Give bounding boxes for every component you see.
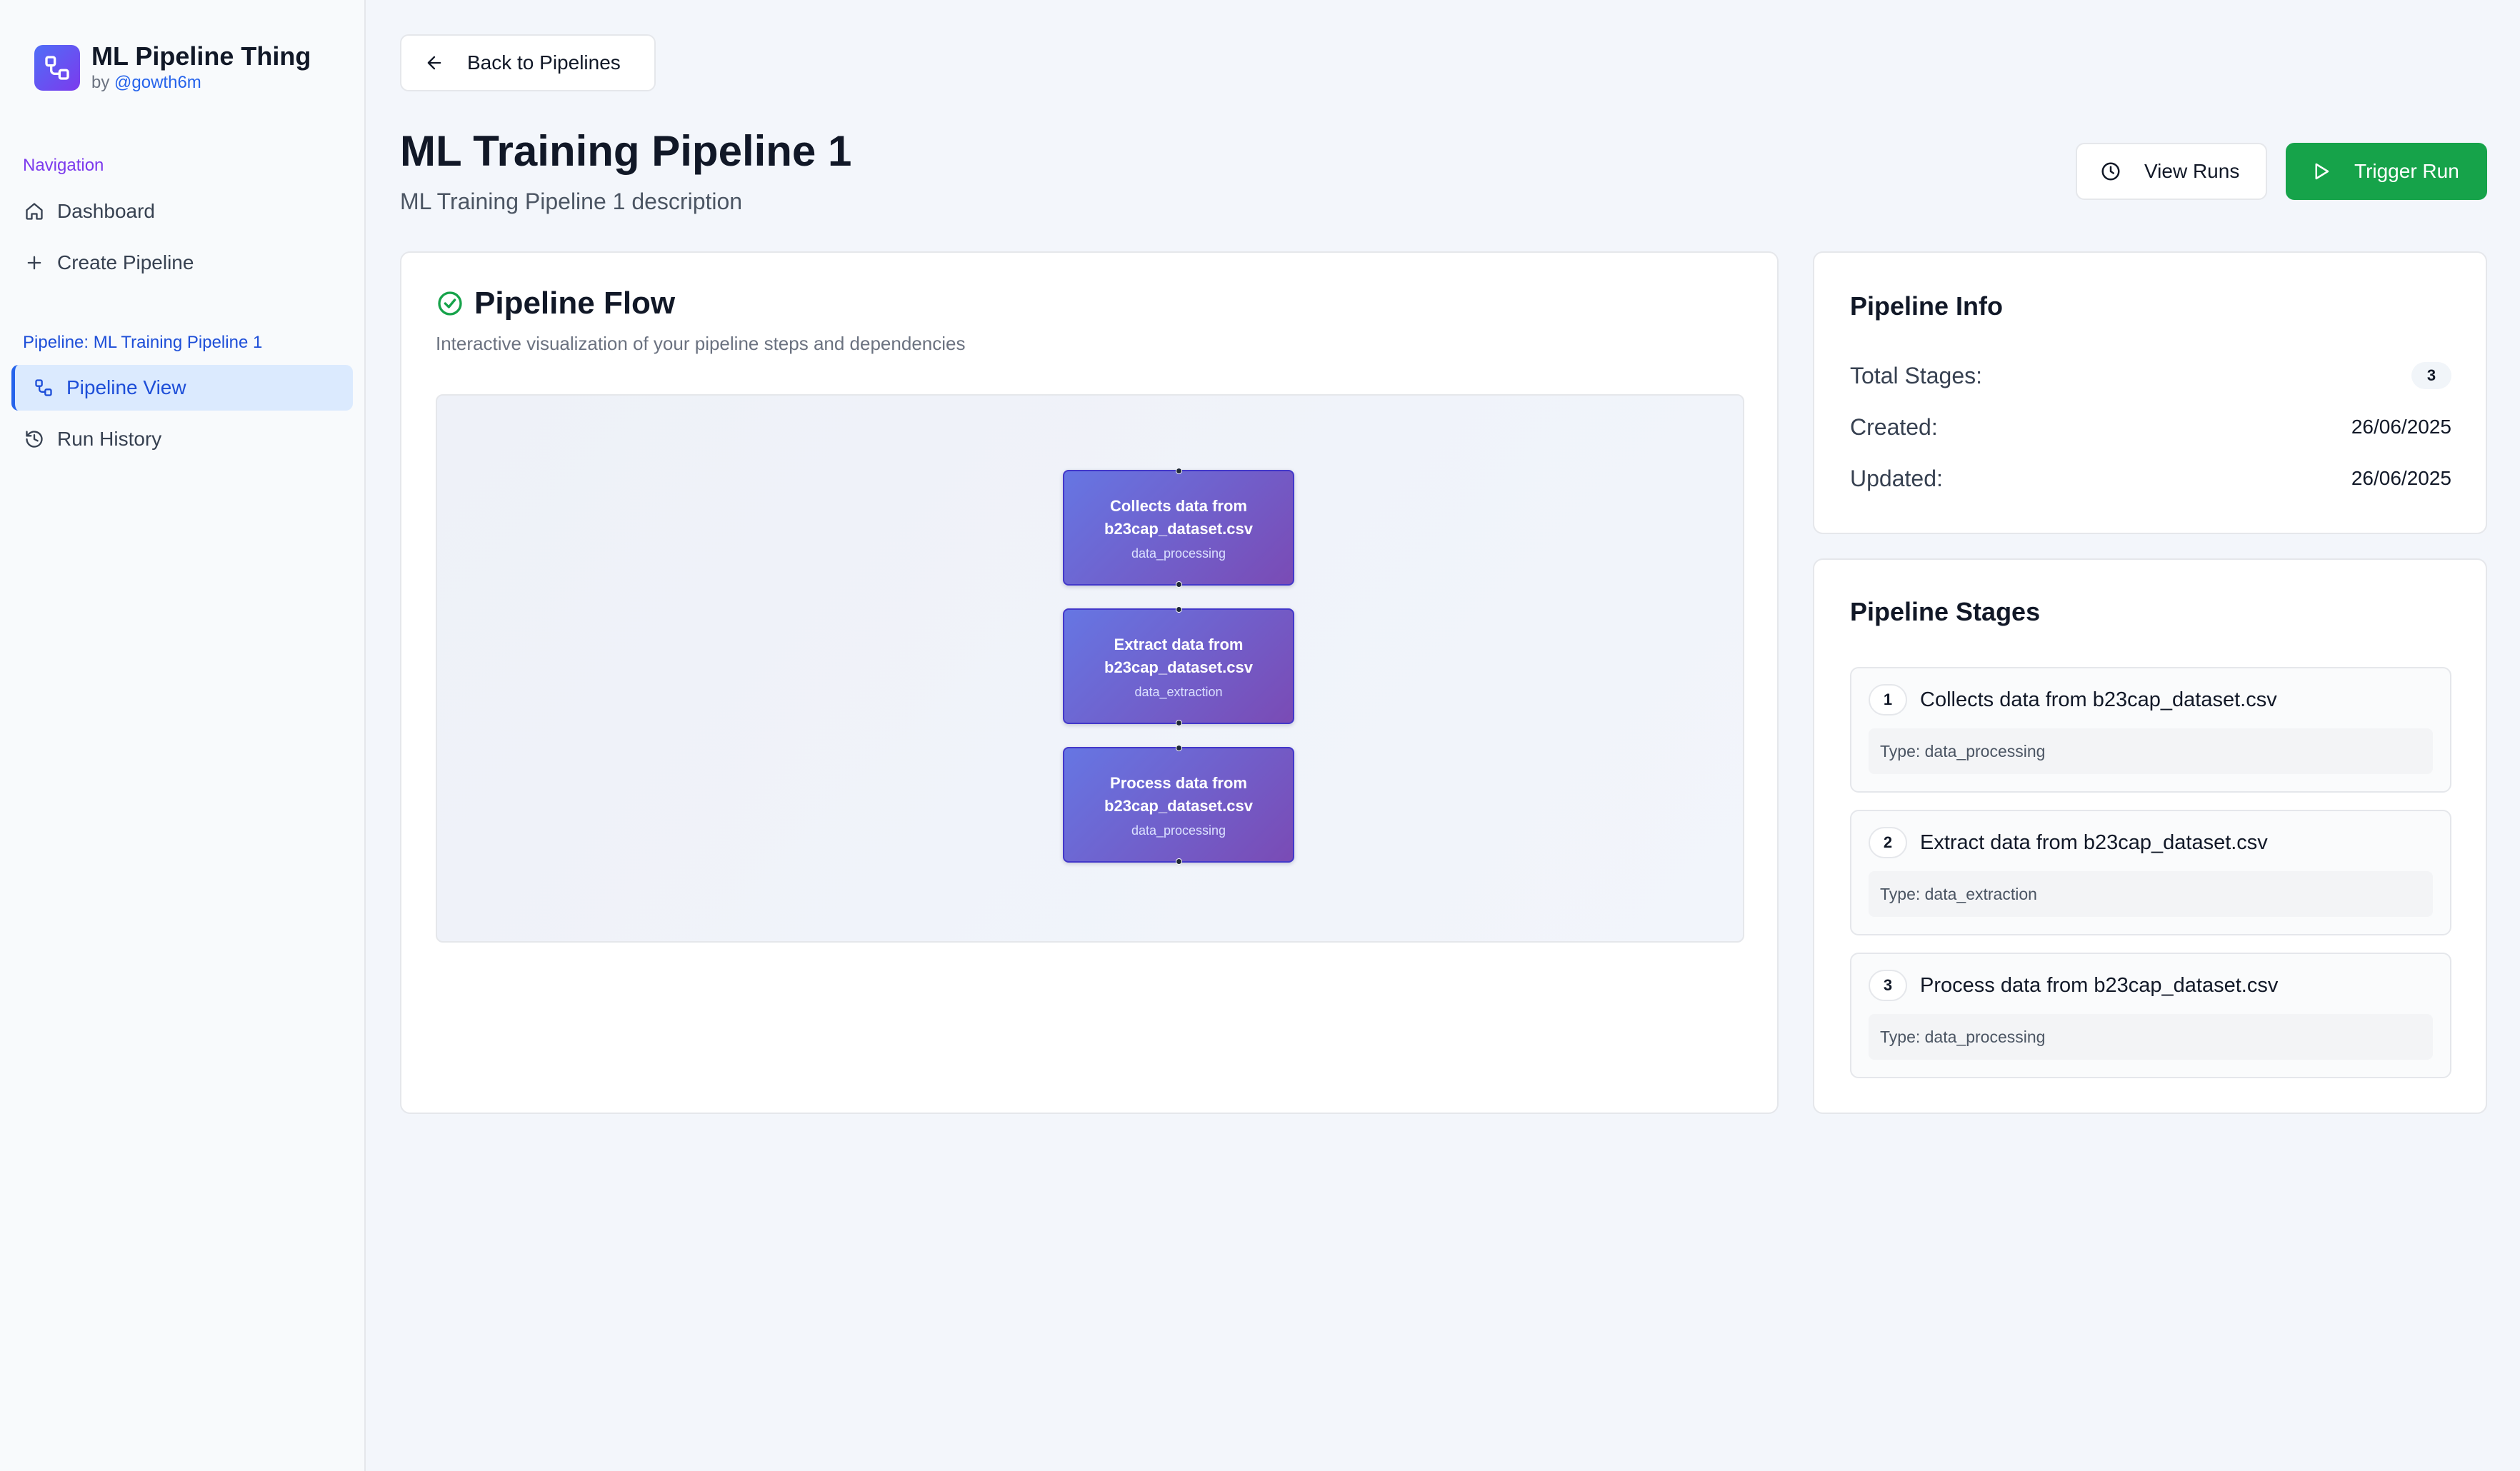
flow-node-type: data_processing — [1131, 546, 1226, 561]
node-output-handle[interactable] — [1175, 581, 1182, 588]
pipeline-section-label: Pipeline: ML Training Pipeline 1 — [23, 333, 263, 352]
page-description: ML Training Pipeline 1 description — [400, 189, 743, 214]
stage-item[interactable]: 1 Collects data from b23cap_dataset.csv … — [1850, 667, 2451, 793]
back-to-pipelines-button[interactable]: Back to Pipelines — [400, 34, 656, 91]
info-row-created: Created: 26/06/2025 — [1850, 411, 2451, 443]
stage-name: Extract data from b23cap_dataset.csv — [1920, 830, 2268, 854]
author-prefix: by — [91, 73, 110, 92]
pipeline-flow-heading: Pipeline Flow — [436, 286, 675, 321]
app-logo-icon — [34, 45, 80, 91]
pipeline-flow-card: Pipeline Flow Interactive visualization … — [400, 251, 1779, 1114]
flow-node-extract-data[interactable]: Extract data from b23cap_dataset.csv dat… — [1063, 606, 1294, 726]
flow-node-type: data_extraction — [1134, 684, 1223, 699]
total-stages-label: Total Stages: — [1850, 362, 1982, 388]
sidebar-item-dashboard[interactable]: Dashboard — [11, 189, 353, 234]
play-icon — [2310, 160, 2333, 183]
stage-type: Type: data_extraction — [1869, 871, 2433, 917]
sidebar-item-pipeline-view[interactable]: Pipeline View — [11, 365, 353, 411]
stage-name: Process data from b23cap_dataset.csv — [1920, 973, 2279, 997]
sidebar-item-create-pipeline[interactable]: Create Pipeline — [11, 240, 353, 286]
updated-value: 26/06/2025 — [2351, 467, 2451, 489]
app-title: ML Pipeline Thing — [91, 41, 311, 71]
stage-item[interactable]: 3 Process data from b23cap_dataset.csv T… — [1850, 953, 2451, 1078]
pipeline-flow-canvas[interactable]: Collects data from b23cap_dataset.csv da… — [436, 394, 1744, 943]
check-circle-icon — [436, 289, 464, 318]
node-output-handle[interactable] — [1175, 858, 1182, 865]
sidebar-item-label: Pipeline View — [66, 376, 186, 398]
brand[interactable]: ML Pipeline Thing by @gowth6m — [34, 41, 311, 94]
total-stages-badge: 3 — [2411, 362, 2451, 389]
node-input-handle[interactable] — [1175, 606, 1182, 613]
created-value: 26/06/2025 — [2351, 416, 2451, 438]
author-handle-link[interactable]: @gowth6m — [114, 73, 201, 92]
flow-node-label: Extract data from b23cap_dataset.csv — [1104, 635, 1253, 676]
node-input-handle[interactable] — [1175, 745, 1182, 751]
flow-node-type: data_processing — [1131, 823, 1226, 838]
sidebar-item-label: Dashboard — [57, 200, 155, 222]
page-title: ML Training Pipeline 1 — [400, 127, 852, 175]
pipeline-stages-card: Pipeline Stages 1 Collects data from b23… — [1813, 558, 2487, 1114]
stage-name: Collects data from b23cap_dataset.csv — [1920, 688, 2277, 711]
node-input-handle[interactable] — [1175, 468, 1182, 474]
info-row-updated: Updated: 26/06/2025 — [1850, 463, 2451, 494]
stage-number-badge: 3 — [1869, 970, 1907, 1001]
sidebar: ML Pipeline Thing by @gowth6m Navigation… — [0, 0, 366, 1471]
workflow-icon — [32, 376, 55, 399]
stage-number-badge: 2 — [1869, 827, 1907, 858]
stage-type: Type: data_processing — [1869, 728, 2433, 774]
pipeline-flow-subtitle: Interactive visualization of your pipeli… — [436, 333, 966, 354]
stage-item[interactable]: 2 Extract data from b23cap_dataset.csv T… — [1850, 810, 2451, 935]
flow-node-label: Process data from b23cap_dataset.csv — [1104, 773, 1253, 815]
sidebar-item-label: Create Pipeline — [57, 251, 194, 273]
node-output-handle[interactable] — [1175, 720, 1182, 726]
trigger-run-button[interactable]: Trigger Run — [2286, 143, 2487, 200]
sidebar-item-label: Run History — [57, 428, 162, 450]
stage-type: Type: data_processing — [1869, 1014, 2433, 1060]
stage-number-badge: 1 — [1869, 684, 1907, 716]
view-runs-label: View Runs — [2144, 160, 2240, 182]
created-label: Created: — [1850, 413, 1938, 440]
plus-icon — [23, 251, 46, 274]
flow-node-label: Collects data from b23cap_dataset.csv — [1104, 496, 1253, 538]
pipeline-info-card: Pipeline Info Total Stages: 3 Created: 2… — [1813, 251, 2487, 534]
clock-icon — [2100, 160, 2123, 183]
flow-node-process-data[interactable]: Process data from b23cap_dataset.csv dat… — [1063, 745, 1294, 865]
pipeline-stages-title: Pipeline Stages — [1850, 597, 2041, 626]
app-author: by @gowth6m — [91, 71, 311, 94]
home-icon — [23, 200, 46, 223]
pipeline-flow-title: Pipeline Flow — [474, 286, 676, 321]
navigation-section-label: Navigation — [23, 156, 104, 175]
sidebar-item-run-history[interactable]: Run History — [11, 416, 353, 462]
arrow-left-icon — [424, 51, 447, 74]
pipeline-info-title: Pipeline Info — [1850, 291, 2004, 321]
trigger-run-label: Trigger Run — [2354, 160, 2459, 182]
flow-node-collects-data[interactable]: Collects data from b23cap_dataset.csv da… — [1063, 468, 1294, 588]
info-row-total-stages: Total Stages: 3 — [1850, 360, 2451, 391]
updated-label: Updated: — [1850, 465, 1943, 491]
back-button-label: Back to Pipelines — [467, 51, 621, 74]
view-runs-button[interactable]: View Runs — [2076, 143, 2267, 200]
history-icon — [23, 428, 46, 451]
